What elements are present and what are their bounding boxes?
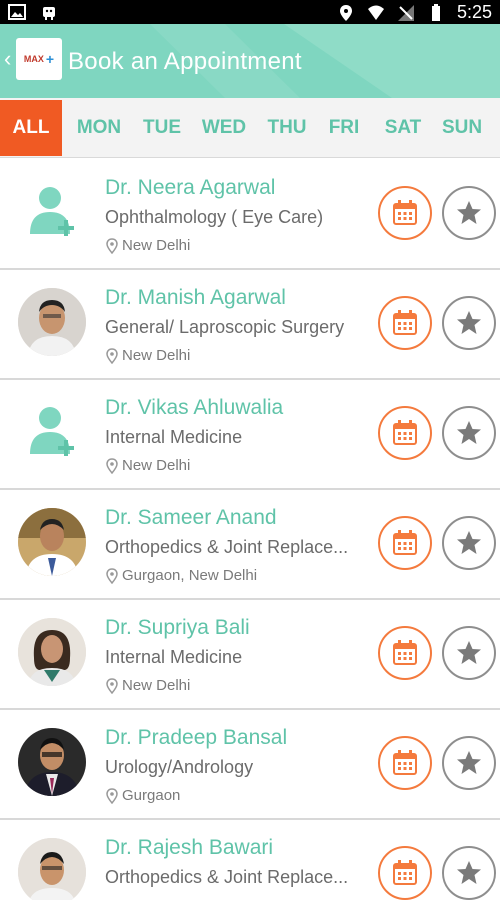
doctor-specialty: Internal Medicine xyxy=(105,647,243,667)
star-icon xyxy=(457,531,481,554)
doctor-name[interactable]: Dr. Vikas Ahluwalia xyxy=(105,396,283,420)
calendar-icon xyxy=(393,750,417,775)
tab-tue[interactable]: TUE xyxy=(136,100,188,156)
gallery-icon xyxy=(8,4,26,20)
doctor-specialty: Urology/Andrology xyxy=(105,757,254,777)
tab-wed[interactable]: WED xyxy=(194,100,254,156)
calendar-icon xyxy=(393,530,417,555)
doctor-location: Gurgaon xyxy=(105,787,180,804)
tab-all[interactable]: ALL xyxy=(0,99,62,156)
favorite-star-button[interactable] xyxy=(442,296,496,350)
doctor-photo xyxy=(18,838,86,900)
star-icon xyxy=(457,201,481,224)
wifi-icon xyxy=(367,5,384,20)
star-icon xyxy=(457,861,481,884)
doctor-placeholder-icon xyxy=(18,178,86,246)
location-text: New Delhi xyxy=(122,237,191,254)
calendar-icon xyxy=(393,640,417,665)
doctor-list: Dr. Neera Agarwal Ophthalmology ( Eye Ca… xyxy=(0,160,500,900)
tab-sat[interactable]: SAT xyxy=(376,100,430,156)
doctor-name[interactable]: Dr. Supriya Bali xyxy=(105,616,250,640)
calendar-icon xyxy=(393,310,417,335)
android-icon xyxy=(43,7,55,20)
tab-mon[interactable]: MON xyxy=(68,100,130,156)
star-icon xyxy=(457,641,481,664)
book-calendar-button[interactable] xyxy=(378,186,432,240)
doctor-placeholder-icon xyxy=(18,398,86,466)
favorite-star-button[interactable] xyxy=(442,186,496,240)
doctor-location: New Delhi xyxy=(105,457,190,474)
tab-sun[interactable]: SUN xyxy=(436,100,488,156)
favorite-star-button[interactable] xyxy=(442,846,496,900)
app-bar: ‹ MAX + Book an Appointment xyxy=(0,24,500,98)
location-text: Gurgaon xyxy=(122,787,181,804)
location-pin-icon xyxy=(106,237,118,254)
doctor-row[interactable]: Dr. Sameer Anand Orthopedics & Joint Rep… xyxy=(0,490,500,600)
doctor-specialty: Ophthalmology ( Eye Care) xyxy=(105,207,324,227)
calendar-icon xyxy=(393,860,417,885)
doctor-row[interactable]: Dr. Manish Agarwal General/ Laproscopic … xyxy=(0,270,500,380)
book-calendar-button[interactable] xyxy=(378,736,432,790)
status-bar: 5:25 xyxy=(0,0,500,24)
doctor-specialty: Orthopedics & Joint Replace... xyxy=(105,537,349,557)
doctor-row[interactable]: Dr. Rajesh Bawari Orthopedics & Joint Re… xyxy=(0,820,500,900)
favorite-star-button[interactable] xyxy=(442,626,496,680)
book-calendar-button[interactable] xyxy=(378,516,432,570)
doctor-photo xyxy=(18,728,86,796)
max-logo[interactable]: MAX + xyxy=(16,38,62,80)
location-pin-icon xyxy=(106,787,118,804)
doctor-row[interactable]: Dr. Supriya Bali Internal Medicine New D… xyxy=(0,600,500,710)
page-title: Book an Appointment xyxy=(68,48,302,75)
doctor-name[interactable]: Dr. Neera Agarwal xyxy=(105,176,275,200)
doctor-photo xyxy=(18,618,86,686)
doctor-row[interactable]: Dr. Neera Agarwal Ophthalmology ( Eye Ca… xyxy=(0,160,500,270)
location-icon xyxy=(339,4,352,21)
location-pin-icon xyxy=(106,677,118,694)
logo-text: MAX xyxy=(23,54,44,64)
logo-plus-icon: + xyxy=(45,51,55,67)
location-text: Gurgaon, New Delhi xyxy=(122,567,258,584)
star-icon xyxy=(457,311,481,334)
star-icon xyxy=(457,751,481,774)
favorite-star-button[interactable] xyxy=(442,406,496,460)
location-text: New Delhi xyxy=(122,457,191,474)
book-calendar-button[interactable] xyxy=(378,846,432,900)
day-tabs: ALL MON TUE WED THU FRI SAT SUN xyxy=(0,98,500,158)
doctor-location: New Delhi xyxy=(105,347,190,364)
location-pin-icon xyxy=(106,347,118,364)
doctor-photo xyxy=(18,508,86,576)
book-calendar-button[interactable] xyxy=(378,296,432,350)
doctor-location: New Delhi xyxy=(105,237,190,254)
back-arrow-icon[interactable]: ‹ xyxy=(4,46,11,72)
tab-thu[interactable]: THU xyxy=(260,100,314,156)
doctor-row[interactable]: Dr. Vikas Ahluwalia Internal Medicine Ne… xyxy=(0,380,500,490)
favorite-star-button[interactable] xyxy=(442,736,496,790)
calendar-icon xyxy=(393,420,417,445)
book-calendar-button[interactable] xyxy=(378,406,432,460)
doctor-name[interactable]: Dr. Sameer Anand xyxy=(105,506,277,530)
doctor-row[interactable]: Dr. Pradeep Bansal Urology/Andrology Gur… xyxy=(0,710,500,820)
no-signal-icon xyxy=(397,4,414,21)
location-text: New Delhi xyxy=(122,347,191,364)
location-text: New Delhi xyxy=(122,677,191,694)
doctor-name[interactable]: Dr. Manish Agarwal xyxy=(105,286,286,310)
doctor-photo xyxy=(18,288,86,356)
doctor-specialty: Orthopedics & Joint Replace... xyxy=(105,867,349,887)
doctor-specialty: Internal Medicine xyxy=(105,427,243,447)
location-pin-icon xyxy=(106,567,118,584)
doctor-location: Gurgaon, New Delhi xyxy=(105,567,257,584)
battery-icon xyxy=(431,3,440,21)
calendar-icon xyxy=(393,200,417,225)
favorite-star-button[interactable] xyxy=(442,516,496,570)
tab-fri[interactable]: FRI xyxy=(320,100,368,156)
doctor-name[interactable]: Dr. Rajesh Bawari xyxy=(105,836,273,860)
doctor-name[interactable]: Dr. Pradeep Bansal xyxy=(105,726,287,750)
doctor-specialty: General/ Laproscopic Surgery xyxy=(105,317,345,337)
star-icon xyxy=(457,421,481,444)
doctor-location: New Delhi xyxy=(105,677,190,694)
book-calendar-button[interactable] xyxy=(378,626,432,680)
status-time: 5:25 xyxy=(456,2,492,22)
location-pin-icon xyxy=(106,457,118,474)
